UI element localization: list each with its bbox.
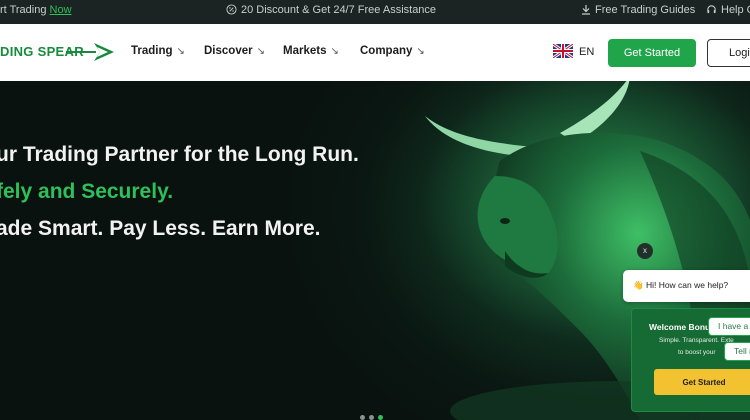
language-selector[interactable]: EN: [553, 44, 594, 58]
hero-headline-line2: fely and Securely.: [0, 180, 174, 203]
headset-icon: [707, 5, 716, 14]
nav-discover-label: Discover: [204, 45, 253, 57]
bonus-description-line2: to boost your: [678, 349, 716, 356]
promo-notice: 20 Discount & Get 24/7 Free Assistance: [226, 4, 436, 16]
hero-headline-line1: ur Trading Partner for the Long Run.: [0, 143, 359, 166]
login-button[interactable]: Logi: [707, 39, 750, 67]
quick-reply-tell-me[interactable]: Tell m: [724, 342, 750, 361]
chat-close-button[interactable]: x: [637, 243, 653, 259]
arrow-down-right-icon: ↘: [176, 46, 185, 57]
arrow-down-right-icon: ↘: [330, 46, 339, 57]
arrow-down-right-icon: ↘: [416, 46, 425, 57]
uk-flag-icon: [553, 44, 573, 58]
hero-headline-line3: ade Smart. Pay Less. Earn More.: [0, 217, 321, 240]
start-trading-notice: rt Trading Now: [0, 4, 72, 16]
bonus-get-started-button[interactable]: Get Started: [654, 369, 750, 395]
slide-dot[interactable]: [369, 415, 374, 420]
page: rt Trading Now 20 Discount & Get 24/7 Fr…: [0, 0, 750, 420]
spear-logo-icon: [66, 43, 114, 61]
language-label: EN: [579, 46, 595, 58]
help-center-link[interactable]: Help C: [706, 4, 750, 16]
start-trading-text: rt Trading: [0, 4, 50, 16]
nav-company[interactable]: Company ↘: [360, 45, 425, 57]
percent-badge-icon: [226, 4, 237, 15]
free-guides-label: Free Trading Guides: [595, 4, 696, 16]
nav-markets-label: Markets: [283, 45, 327, 57]
help-center-label: Help C: [721, 4, 750, 16]
chat-greeting-bubble[interactable]: 👋 Hi! How can we help?: [623, 270, 750, 302]
bonus-description-line1: Simple. Transparent. Exte: [659, 337, 734, 344]
arrow-down-right-icon: ↘: [256, 46, 265, 57]
start-trading-link[interactable]: Now: [50, 4, 72, 16]
slide-dot[interactable]: [360, 415, 365, 420]
main-navigation: DING SPEAR Trading ↘ Discover ↘ Markets ↘ C…: [0, 24, 750, 81]
get-started-button[interactable]: Get Started: [608, 39, 696, 67]
promo-text: 20 Discount & Get 24/7 Free Assistance: [241, 4, 437, 16]
bonus-title: Welcome Bonu: [649, 322, 711, 332]
nav-company-label: Company: [360, 45, 413, 57]
nav-trading[interactable]: Trading ↘: [131, 45, 185, 57]
nav-trading-label: Trading: [131, 45, 173, 57]
nav-markets[interactable]: Markets ↘: [283, 45, 339, 57]
download-icon: [582, 5, 590, 15]
nav-discover[interactable]: Discover ↘: [204, 45, 265, 57]
free-guides-link[interactable]: Free Trading Guides: [581, 4, 695, 16]
top-announcement-bar: rt Trading Now 20 Discount & Get 24/7 Fr…: [0, 0, 750, 24]
slider-dots: [360, 407, 387, 420]
quick-reply-question[interactable]: I have a q: [708, 317, 750, 336]
slide-dot-active[interactable]: [378, 415, 383, 420]
